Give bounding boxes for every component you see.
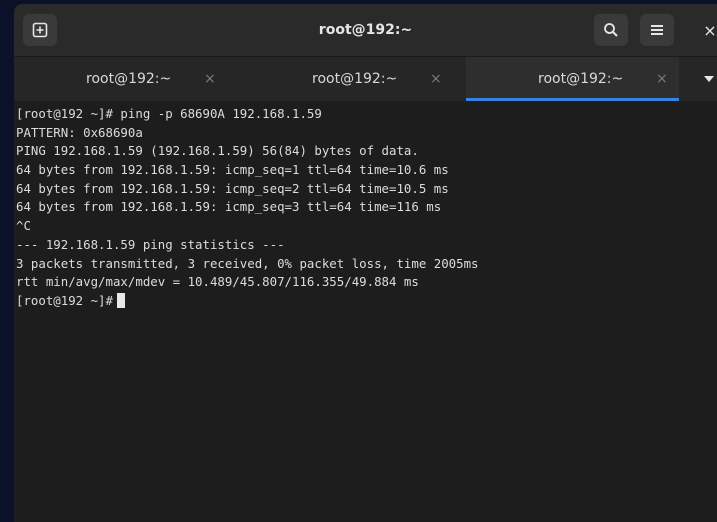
terminal-line: 64 bytes from 192.168.1.59: icmp_seq=3 t… <box>16 199 442 215</box>
terminal-line: ^C <box>16 218 31 234</box>
terminal-line: PING 192.168.1.59 (192.168.1.59) 56(84) … <box>16 143 419 159</box>
terminal-line: 64 bytes from 192.168.1.59: icmp_seq=2 t… <box>16 180 449 196</box>
tab-close-icon[interactable]: × <box>430 71 442 87</box>
prompt-line[interactable]: [root@192 ~]# <box>16 292 717 311</box>
tab-close-icon[interactable]: × <box>204 71 216 87</box>
tab-1[interactable]: root@192:~ × <box>14 57 227 101</box>
terminal-line: 64 bytes from 192.168.1.59: icmp_seq=1 t… <box>16 162 449 178</box>
tab-label: root@192:~ <box>538 71 624 87</box>
hamburger-menu-icon <box>651 25 663 35</box>
terminal-window: root@192:~ × root@192:~ × root@192:~ × r… <box>14 4 717 522</box>
terminal-line: PATTERN: 0x68690a <box>16 124 143 140</box>
tab-3[interactable]: root@192:~ × <box>466 57 679 101</box>
close-icon: × <box>703 20 717 40</box>
tab-close-icon[interactable]: × <box>656 71 668 87</box>
terminal-line: rtt min/avg/max/mdev = 10.489/45.807/116… <box>16 274 419 290</box>
tab-list-dropdown[interactable] <box>700 57 717 101</box>
terminal-line: 3 packets transmitted, 3 received, 0% pa… <box>16 255 479 271</box>
new-tab-icon <box>32 22 48 38</box>
search-icon <box>604 23 618 37</box>
tab-2[interactable]: root@192:~ × <box>240 57 453 101</box>
search-button[interactable] <box>594 14 628 46</box>
terminal-line: [root@192 ~]# ping -p 68690A 192.168.1.5… <box>16 106 322 121</box>
tab-label: root@192:~ <box>312 71 398 87</box>
close-window-button[interactable]: × <box>700 14 717 46</box>
header-bar: root@192:~ × <box>14 4 717 57</box>
tab-bar: root@192:~ × root@192:~ × root@192:~ × <box>14 57 717 101</box>
terminal-line: --- 192.168.1.59 ping statistics --- <box>16 236 285 252</box>
chevron-down-icon <box>703 76 714 82</box>
menu-button[interactable] <box>640 14 674 46</box>
terminal-output[interactable]: [root@192 ~]# ping -p 68690A 192.168.1.5… <box>14 101 717 522</box>
shell-prompt: [root@192 ~]# <box>16 292 113 308</box>
tab-label: root@192:~ <box>86 71 172 87</box>
new-tab-button[interactable] <box>23 14 57 46</box>
text-cursor <box>116 292 125 308</box>
